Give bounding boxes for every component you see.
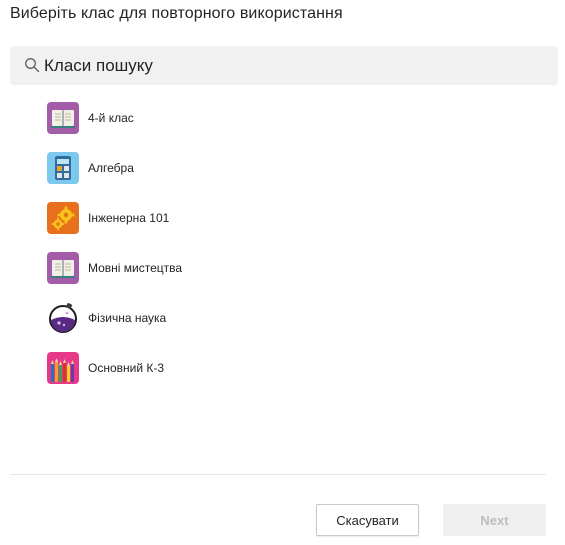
class-item-core-k3[interactable]: Основний К-3 (47, 352, 367, 384)
class-item-language-arts[interactable]: Мовні мистецтва (47, 252, 367, 284)
book-icon (47, 252, 79, 284)
pencils-icon (47, 352, 79, 384)
class-label: Алгебра (88, 161, 134, 175)
class-label: 4-й клас (88, 111, 134, 125)
class-item-4th-grade[interactable]: 4-й клас (47, 102, 367, 134)
reuse-class-dialog: Виберіть клас для повторного використанн… (0, 0, 565, 545)
book-icon (47, 102, 79, 134)
search-box[interactable] (10, 46, 558, 85)
search-icon (25, 58, 40, 73)
calculator-icon (47, 152, 79, 184)
flask-icon (47, 302, 79, 334)
class-label: Основний К-3 (88, 361, 165, 375)
class-label: Мовні мистецтва (88, 261, 183, 275)
cancel-button[interactable]: Скасувати (316, 504, 419, 536)
gears-icon (47, 202, 79, 234)
footer-divider (10, 474, 546, 475)
class-item-engineering-101[interactable]: Інженерна 101 (47, 202, 367, 234)
next-button[interactable]: Next (443, 504, 546, 536)
dialog-title: Виберіть клас для повторного використанн… (10, 5, 343, 22)
class-list: 4-й клас Алгебра Інженерна 101 Мовні мис… (47, 102, 367, 402)
class-label: Інженерна 101 (88, 211, 170, 225)
class-item-physical-science[interactable]: Фізична наука (47, 302, 367, 334)
search-input[interactable] (44, 46, 544, 85)
class-label: Фізична наука (88, 311, 167, 325)
class-item-algebra[interactable]: Алгебра (47, 152, 367, 184)
